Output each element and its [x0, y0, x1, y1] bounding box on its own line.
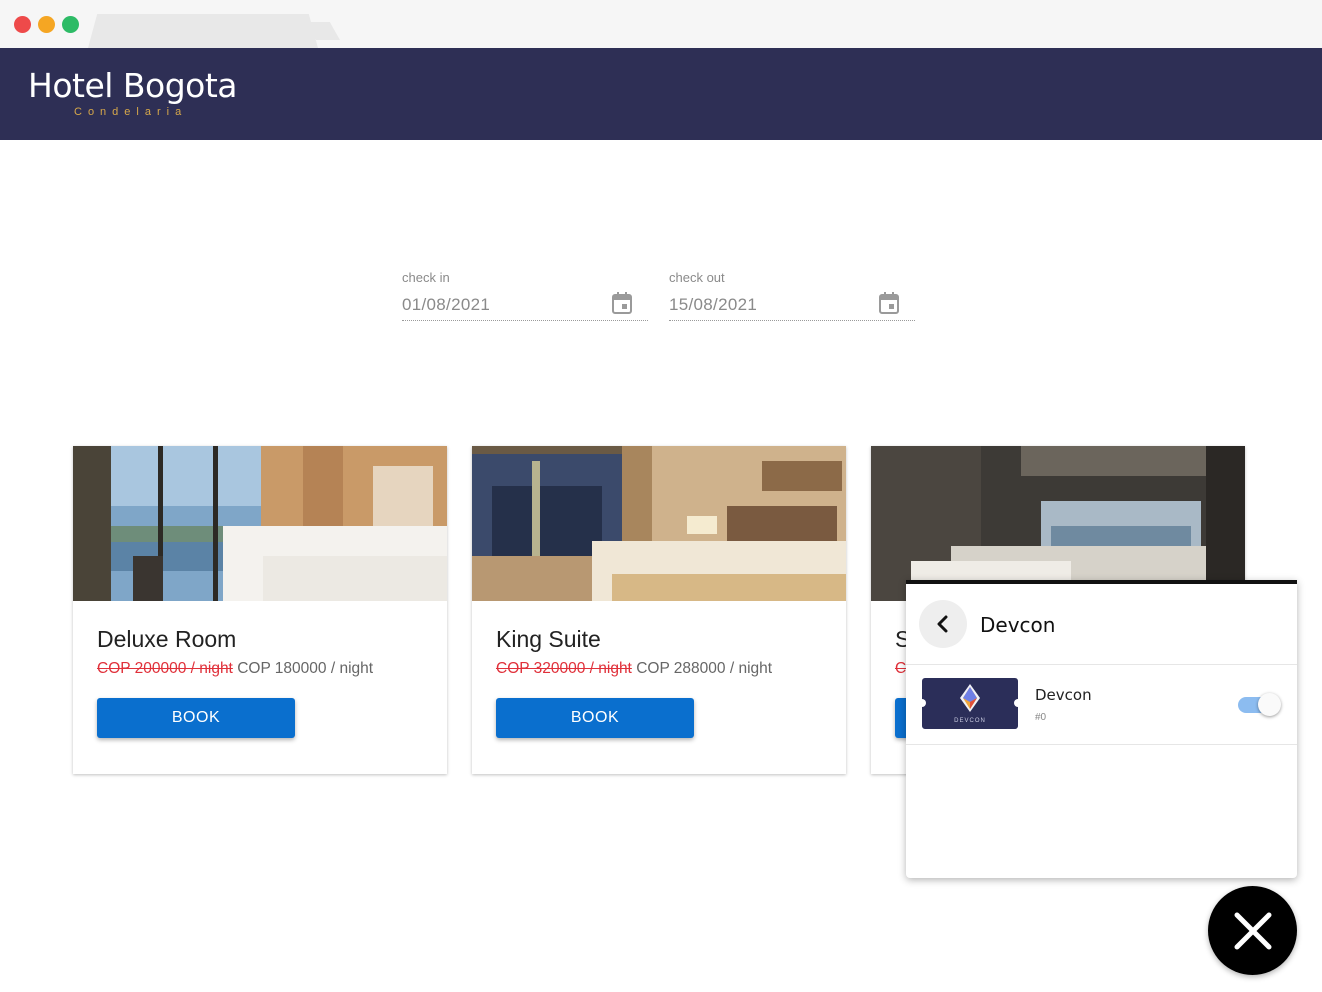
- check-in-value[interactable]: 01/08/2021: [402, 295, 490, 315]
- browser-tab[interactable]: [88, 14, 318, 48]
- room-current-price: COP 180000 / night: [237, 660, 374, 677]
- room-title: Deluxe Room: [97, 626, 237, 652]
- panel-title: Devcon: [980, 613, 1056, 637]
- close-button[interactable]: [1208, 886, 1297, 975]
- room-card-king-suite: King Suite COP 320000 / night COP 288000…: [472, 446, 846, 774]
- token-toggle[interactable]: [1238, 693, 1281, 717]
- check-out-label: check out: [669, 270, 725, 285]
- toggle-knob: [1258, 693, 1281, 716]
- devcon-logo-icon: [960, 684, 980, 712]
- room-price: C: [895, 660, 906, 678]
- check-out-value[interactable]: 15/08/2021: [669, 295, 757, 315]
- check-in-label: check in: [402, 270, 450, 285]
- token-panel: Devcon DEVCON Devcon #0: [906, 580, 1297, 878]
- check-in-underline: [402, 320, 648, 321]
- room-old-price: C: [895, 660, 907, 677]
- ticket-notch: [918, 699, 926, 707]
- room-title: King Suite: [496, 626, 601, 652]
- window-minimize-dot[interactable]: [38, 16, 55, 33]
- chevron-left-icon: [937, 615, 948, 633]
- room-photo-deluxe: [73, 446, 447, 601]
- room-photo-third: [871, 446, 1245, 601]
- browser-chrome: [0, 0, 1322, 48]
- logo-subtitle: Condelaria: [74, 106, 188, 118]
- divider: [906, 664, 1297, 665]
- logo-title[interactable]: Hotel Bogota: [28, 66, 238, 105]
- check-out-underline: [669, 320, 915, 321]
- room-current-price: COP 288000 / night: [636, 660, 773, 677]
- room-photo-king-suite: [472, 446, 846, 601]
- window-close-dot[interactable]: [14, 16, 31, 33]
- token-id: #0: [1035, 712, 1047, 723]
- room-price: COP 200000 / night COP 180000 / night: [97, 660, 373, 678]
- calendar-icon[interactable]: [612, 292, 632, 314]
- book-button[interactable]: BOOK: [496, 698, 694, 738]
- calendar-icon[interactable]: [879, 292, 899, 314]
- room-old-price: COP 320000 / night: [496, 660, 632, 677]
- token-ticket-image[interactable]: DEVCON: [918, 678, 1022, 729]
- ticket-logo-text: DEVCON: [954, 718, 986, 724]
- window-maximize-dot[interactable]: [62, 16, 79, 33]
- close-icon: [1234, 912, 1271, 949]
- room-old-price: COP 200000 / night: [97, 660, 233, 677]
- token-name: Devcon: [1035, 686, 1092, 704]
- book-button[interactable]: BOOK: [97, 698, 295, 738]
- room-card-deluxe: Deluxe Room COP 200000 / night COP 18000…: [73, 446, 447, 774]
- ticket-notch: [1014, 699, 1022, 707]
- room-price: COP 320000 / night COP 288000 / night: [496, 660, 772, 678]
- back-button[interactable]: [919, 600, 967, 648]
- divider: [906, 744, 1297, 745]
